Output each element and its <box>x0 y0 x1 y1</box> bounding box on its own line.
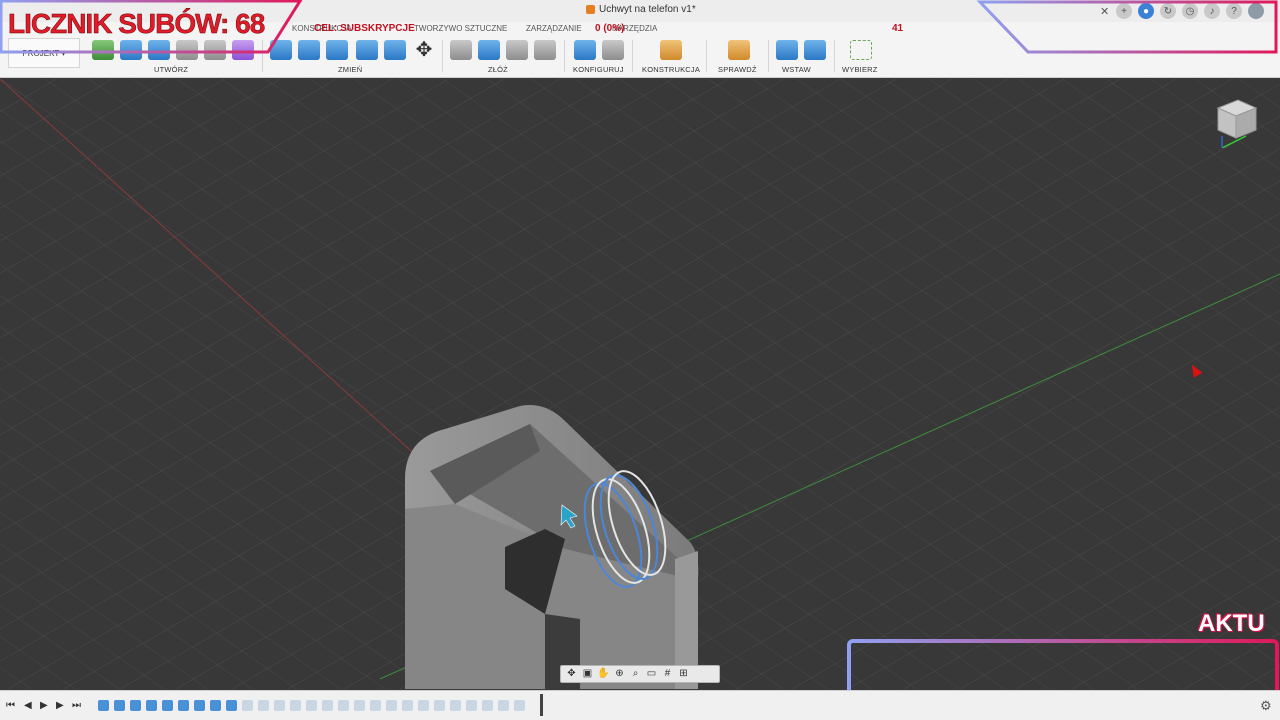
timeline-feature[interactable] <box>434 700 445 711</box>
goal-progress: 0 (0%) <box>595 23 625 34</box>
timeline-feature[interactable] <box>226 700 237 711</box>
timeline-feature[interactable] <box>514 700 525 711</box>
timeline-feature[interactable] <box>306 700 317 711</box>
ticker-text: AKTU <box>1198 610 1265 637</box>
viewports-icon[interactable]: ⊞ <box>677 668 690 680</box>
play-icon[interactable]: ▶ <box>40 700 48 711</box>
timeline-feature[interactable] <box>482 700 493 711</box>
look-at-icon[interactable]: ▣ <box>581 668 594 680</box>
timeline-feature[interactable] <box>338 700 349 711</box>
timeline-feature[interactable] <box>130 700 141 711</box>
fit-icon[interactable]: ⌕ <box>629 668 642 680</box>
timeline-feature[interactable] <box>402 700 413 711</box>
timeline-feature[interactable] <box>450 700 461 711</box>
timeline-feature[interactable] <box>194 700 205 711</box>
step-back-icon[interactable]: ◀ <box>24 700 32 711</box>
timeline-feature[interactable] <box>290 700 301 711</box>
goal-label: CEL: SUBSKRYPCJE <box>314 23 415 34</box>
timeline-bar: ⏮ ◀ ▶ ▶ ⏭ ⚙ <box>0 690 1280 720</box>
step-forward-icon[interactable]: ▶ <box>56 700 64 711</box>
grid-icon[interactable]: # <box>661 668 674 680</box>
timeline-feature[interactable] <box>354 700 365 711</box>
timeline-feature[interactable] <box>274 700 285 711</box>
timeline-feature[interactable] <box>98 700 109 711</box>
timeline-feature[interactable] <box>370 700 381 711</box>
orbit-icon[interactable]: ✥ <box>565 668 578 680</box>
timeline-feature[interactable] <box>114 700 125 711</box>
timeline-feature[interactable] <box>418 700 429 711</box>
timeline-feature[interactable] <box>498 700 509 711</box>
timeline-feature[interactable] <box>242 700 253 711</box>
timeline-feature[interactable] <box>178 700 189 711</box>
display-settings-icon[interactable]: ▭ <box>645 668 658 680</box>
timeline-feature[interactable] <box>258 700 269 711</box>
timeline-feature[interactable] <box>386 700 397 711</box>
timeline-feature[interactable] <box>162 700 173 711</box>
sub-counter: LICZNIK SUBÓW: 68 <box>8 8 266 40</box>
timeline-feature[interactable] <box>466 700 477 711</box>
navigation-bar: ✥ ▣ ✋ ⊕ ⌕ ▭ # ⊞ <box>560 665 720 683</box>
pan-icon[interactable]: ✋ <box>597 668 610 680</box>
timeline-feature[interactable] <box>210 700 221 711</box>
zoom-icon[interactable]: ⊕ <box>613 668 626 680</box>
timeline-feature[interactable] <box>146 700 157 711</box>
stream-overlay-frames <box>0 0 1279 717</box>
top-right-frame <box>976 0 1278 54</box>
goal-number: 41 <box>892 23 904 34</box>
timeline-marker[interactable] <box>540 694 543 716</box>
go-to-start-icon[interactable]: ⏮ <box>6 700 15 711</box>
gear-icon[interactable]: ⚙ <box>1260 698 1272 714</box>
timeline-feature[interactable] <box>322 700 333 711</box>
go-to-end-icon[interactable]: ⏭ <box>72 700 81 711</box>
